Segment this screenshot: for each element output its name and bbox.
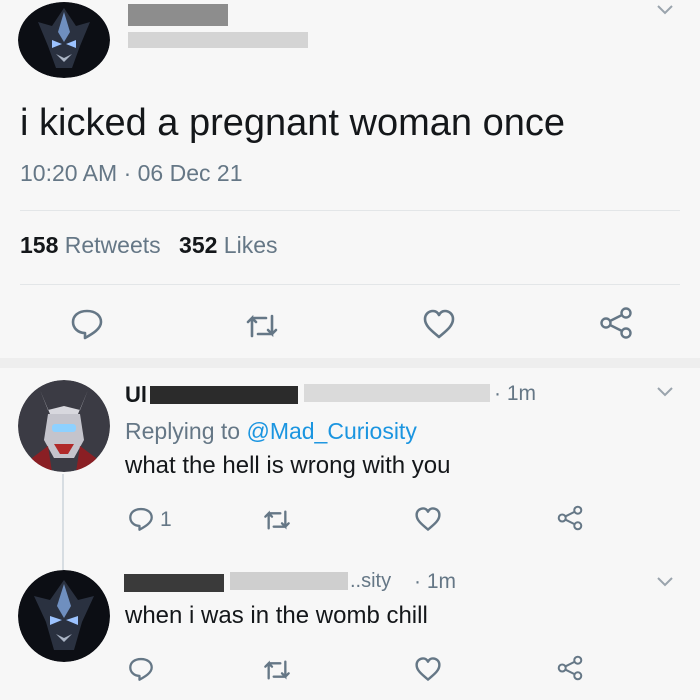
reply-time-value: 1m xyxy=(506,382,537,405)
avatar[interactable] xyxy=(18,570,110,662)
reply-time-separator: · xyxy=(414,570,421,593)
tweet-date-separator: · xyxy=(123,160,132,186)
reply-icon[interactable] xyxy=(70,308,104,340)
likes-label: Likes xyxy=(223,232,278,258)
tweet-time: 10:20 AM xyxy=(20,160,118,186)
retweets-label: Retweets xyxy=(64,232,161,258)
thread-connector xyxy=(62,474,64,570)
reply-text: when i was in the womb chill xyxy=(125,602,428,629)
reply-time-separator: · xyxy=(494,382,501,405)
tweet-date: 06 Dec 21 xyxy=(137,160,243,186)
section-divider xyxy=(0,358,700,368)
reply-handle-fragment: ..sity xyxy=(350,570,392,592)
avatar[interactable] xyxy=(18,2,110,78)
tweet-timestamp: 10:20 AM · 06 Dec 21 xyxy=(20,160,243,187)
retweets-stat[interactable]: 158 Retweets xyxy=(20,232,167,258)
reply-handle-redacted xyxy=(304,384,490,402)
likes-stat[interactable]: 352 Likes xyxy=(179,232,277,258)
reply-author-redacted xyxy=(150,386,298,404)
retweet-icon[interactable] xyxy=(262,508,292,532)
likes-count: 352 xyxy=(179,232,218,258)
avatar[interactable] xyxy=(18,380,110,472)
chevron-down-icon[interactable] xyxy=(656,4,674,16)
retweets-count: 158 xyxy=(20,232,59,258)
reply-author-name[interactable]: Ul xyxy=(125,382,147,408)
reply-count: 1 xyxy=(160,508,172,531)
replying-to-prefix: Replying to xyxy=(125,418,241,444)
author-name-redacted xyxy=(128,4,228,26)
reply-author-fragment: Ul xyxy=(125,382,147,407)
author-handle-redacted xyxy=(128,32,308,48)
reply-time: · 1m xyxy=(494,382,536,406)
like-icon[interactable] xyxy=(414,506,442,532)
divider xyxy=(20,284,680,285)
retweet-icon[interactable] xyxy=(262,658,292,682)
share-icon[interactable] xyxy=(598,306,634,340)
reply-text: what the hell is wrong with you xyxy=(125,452,451,479)
reply-icon[interactable] xyxy=(128,656,154,682)
retweet-icon[interactable] xyxy=(244,312,280,340)
reply-handle-redacted xyxy=(230,572,348,590)
reply-icon[interactable] xyxy=(128,506,154,532)
reply-time-value: 1m xyxy=(426,570,457,593)
reply-time: · 1m xyxy=(414,570,456,594)
share-icon[interactable] xyxy=(556,654,584,682)
divider xyxy=(20,210,680,211)
tweet-text: i kicked a pregnant woman once xyxy=(20,102,565,144)
share-icon[interactable] xyxy=(556,504,584,532)
chevron-down-icon[interactable] xyxy=(656,576,674,588)
like-icon[interactable] xyxy=(414,656,442,682)
chevron-down-icon[interactable] xyxy=(656,386,674,398)
reply-author-redacted xyxy=(124,574,224,592)
replying-to: Replying to @Mad_Curiosity xyxy=(125,418,417,445)
replying-to-handle[interactable]: @Mad_Curiosity xyxy=(246,418,416,444)
tweet-stats: 158 Retweets 352 Likes xyxy=(20,232,278,259)
like-icon[interactable] xyxy=(422,308,456,340)
